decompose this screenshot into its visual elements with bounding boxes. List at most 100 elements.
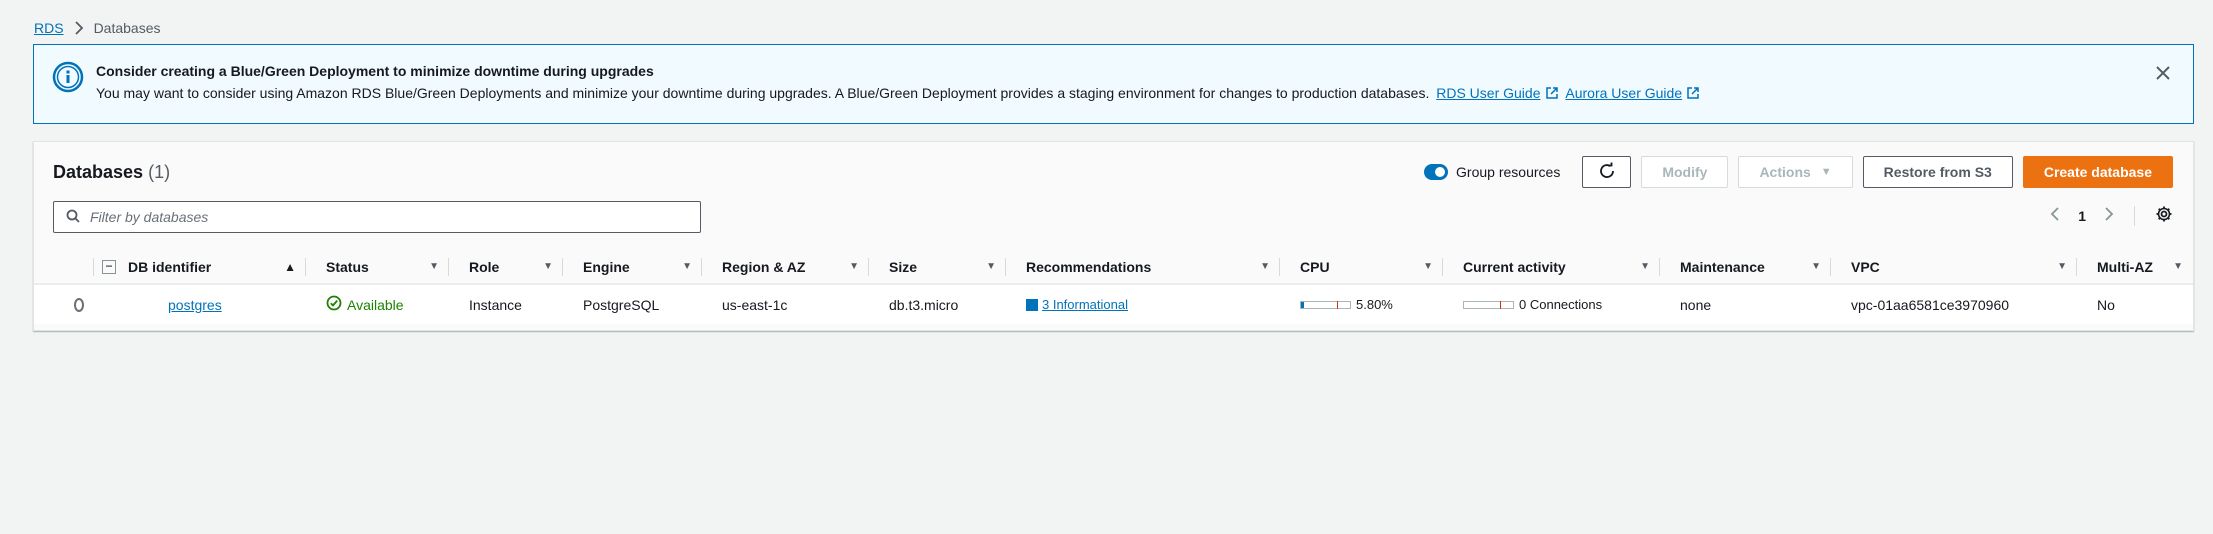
cpu-cell: 5.80% [1280, 285, 1443, 324]
check-circle-icon [326, 295, 342, 314]
gear-icon[interactable] [2155, 205, 2173, 226]
multi-az-cell: No [2097, 296, 2115, 313]
refresh-icon [1598, 162, 1616, 183]
sort-icon[interactable]: ▼ [1423, 261, 1433, 272]
sort-icon[interactable]: ▼ [543, 261, 553, 272]
vpc-cell: vpc-01aa6581ce3970960 [1851, 296, 2010, 313]
collapse-all-icon[interactable]: − [102, 259, 116, 274]
column-header-region-az[interactable]: Region & AZ ▼ [702, 250, 869, 283]
sort-ascending-icon[interactable]: ▲ [284, 260, 296, 274]
create-database-button[interactable]: Create database [2022, 156, 2173, 188]
status-cell: Available [306, 285, 449, 324]
region-header-text: Region & AZ [722, 258, 806, 275]
sort-icon[interactable]: ▼ [986, 261, 996, 272]
rds-user-guide-label: RDS User Guide [1436, 85, 1541, 101]
engine-cell: PostgreSQL [583, 296, 660, 313]
restore-from-s3-button[interactable]: Restore from S3 [1862, 156, 2013, 188]
column-header-multi-az[interactable]: Multi-AZ ▼ [2077, 250, 2193, 283]
refresh-button[interactable] [1582, 156, 1632, 188]
recommendations-cell: 3 Informational [1006, 285, 1280, 324]
maintenance-cell: none [1680, 296, 1712, 313]
toggle-switch[interactable] [1424, 164, 1449, 180]
column-header-engine[interactable]: Engine ▼ [563, 250, 702, 283]
db-identifier-header-label: − DB identifier [102, 259, 211, 275]
aurora-user-guide-link[interactable]: Aurora User Guide [1565, 85, 1700, 101]
sort-icon[interactable]: ▼ [1640, 261, 1650, 272]
toolbar: Group resources Modify Actions ▼ Restore… [1424, 156, 2173, 188]
filter-databases-input[interactable] [90, 209, 670, 225]
column-header-size[interactable]: Size ▼ [869, 250, 1006, 283]
cpu-meter-fill [1301, 301, 1304, 308]
chevron-left-icon[interactable] [2050, 206, 2060, 225]
info-icon [52, 61, 84, 93]
maintenance-header-text: Maintenance [1680, 258, 1765, 275]
vpc-header-text: VPC [1851, 258, 1880, 275]
breadcrumb-current: Databases [93, 20, 161, 36]
aurora-user-guide-label: Aurora User Guide [1565, 85, 1683, 101]
table-row[interactable]: postgres Available Instance PostgreSQL u… [34, 284, 2193, 324]
group-resources-label: Group resources [1456, 164, 1561, 180]
recommendations-link[interactable]: 3 Informational [1042, 297, 1128, 312]
panel-title-text: Databases [53, 162, 144, 182]
breadcrumb-rds-link[interactable]: RDS [34, 20, 64, 36]
db-identifier-link[interactable]: postgres [168, 297, 222, 313]
column-header-maintenance[interactable]: Maintenance ▼ [1660, 250, 1831, 283]
table-header: − DB identifier ▲ Status ▼ Role ▼ Engine ▼ … [34, 250, 2193, 284]
group-resources-toggle[interactable]: Group resources [1424, 164, 1560, 180]
close-icon[interactable] [2153, 63, 2173, 83]
column-header-role[interactable]: Role ▼ [449, 250, 563, 283]
status-header-text: Status [326, 258, 369, 275]
region-cell: us-east-1c [722, 296, 788, 313]
database-count: (1) [148, 162, 171, 182]
sort-icon[interactable]: ▼ [682, 261, 692, 272]
column-header-status[interactable]: Status ▼ [306, 250, 449, 283]
engine-header-text: Engine [583, 258, 630, 275]
activity-meter-threshold [1500, 300, 1501, 309]
chevron-right-icon [74, 21, 84, 35]
cpu-value: 5.80% [1356, 297, 1393, 312]
multi-az-header-text: Multi-AZ [2097, 258, 2153, 275]
role-cell: Instance [469, 296, 522, 313]
divider [2134, 205, 2135, 226]
cpu-meter-threshold [1337, 300, 1338, 309]
cpu-header-text: CPU [1300, 258, 1330, 275]
column-header-current-activity[interactable]: Current activity ▼ [1443, 250, 1660, 283]
size-header-text: Size [889, 258, 918, 275]
modify-button[interactable]: Modify [1641, 156, 1729, 188]
blue-green-info-banner: Consider creating a Blue/Green Deploymen… [33, 44, 2194, 124]
column-header-recommendations[interactable]: Recommendations ▼ [1006, 250, 1280, 283]
filter-box [53, 201, 701, 233]
db-identifier-header-text: DB identifier [128, 258, 212, 275]
row-select-radio[interactable] [74, 297, 84, 312]
sort-icon[interactable]: ▼ [2057, 261, 2067, 272]
select-column-header [34, 250, 94, 283]
activity-header-text: Current activity [1463, 258, 1566, 275]
row-select-cell [34, 285, 94, 324]
page-number[interactable]: 1 [2078, 208, 2086, 224]
column-header-cpu[interactable]: CPU ▼ [1280, 250, 1443, 283]
sort-icon[interactable]: ▼ [1260, 261, 1270, 272]
activity-cell: 0 Connections [1443, 285, 1660, 324]
external-link-icon [1686, 86, 1700, 104]
actions-label: Actions [1759, 164, 1811, 180]
size-cell: db.t3.micro [889, 296, 959, 313]
databases-table: − DB identifier ▲ Status ▼ Role ▼ Engine ▼ … [34, 250, 2193, 324]
cpu-meter [1300, 300, 1351, 309]
databases-panel: Databases (1) Group resources Modify Act… [33, 141, 2194, 331]
chevron-right-icon[interactable] [2104, 206, 2114, 225]
sort-icon[interactable]: ▼ [2173, 261, 2183, 272]
role-header-text: Role [469, 258, 500, 275]
rds-user-guide-link[interactable]: RDS User Guide [1436, 85, 1558, 101]
sort-icon[interactable]: ▼ [849, 261, 859, 272]
banner-title: Consider creating a Blue/Green Deploymen… [96, 63, 654, 79]
column-header-db-identifier[interactable]: − DB identifier ▲ [94, 250, 306, 283]
recommendations-header-text: Recommendations [1026, 258, 1152, 275]
status-badge: Available [326, 295, 404, 314]
banner-text: Consider creating a Blue/Green Deploymen… [96, 62, 1700, 104]
column-header-vpc[interactable]: VPC ▼ [1831, 250, 2077, 283]
status-text: Available [347, 296, 404, 313]
sort-icon[interactable]: ▼ [1811, 261, 1821, 272]
actions-dropdown[interactable]: Actions ▼ [1738, 156, 1853, 188]
pagination: 1 [2050, 205, 2173, 226]
sort-icon[interactable]: ▼ [429, 261, 439, 272]
